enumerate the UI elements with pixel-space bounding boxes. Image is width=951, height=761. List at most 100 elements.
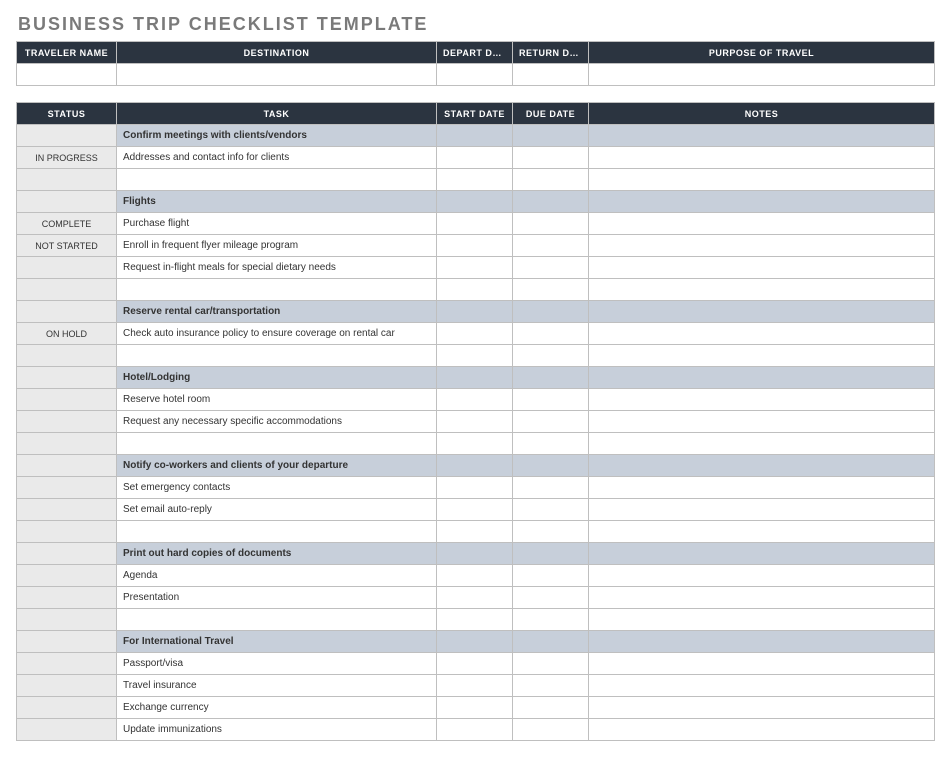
cell-task xyxy=(117,345,437,367)
cell-due[interactable] xyxy=(513,477,589,499)
cell-due[interactable] xyxy=(513,719,589,741)
cell-task xyxy=(117,433,437,455)
cell-due[interactable] xyxy=(513,499,589,521)
cell-task[interactable]: Exchange currency xyxy=(117,697,437,719)
cell-notes xyxy=(589,433,935,455)
cell-start[interactable] xyxy=(437,235,513,257)
cell-notes[interactable] xyxy=(589,235,935,257)
cell-start[interactable] xyxy=(437,477,513,499)
cell-status[interactable] xyxy=(17,675,117,697)
cell-start[interactable] xyxy=(437,389,513,411)
cell-start[interactable] xyxy=(437,323,513,345)
cell-task[interactable]: Passport/visa xyxy=(117,653,437,675)
cell-due[interactable] xyxy=(513,235,589,257)
cell-notes[interactable] xyxy=(589,675,935,697)
cell-start[interactable] xyxy=(437,565,513,587)
cell-status[interactable] xyxy=(17,257,117,279)
cell-due xyxy=(513,543,589,565)
cell-status xyxy=(17,433,117,455)
cell-status[interactable] xyxy=(17,719,117,741)
cell-notes[interactable] xyxy=(589,411,935,433)
cell-notes[interactable] xyxy=(589,653,935,675)
cell-due[interactable] xyxy=(513,697,589,719)
cell-status[interactable]: NOT STARTED xyxy=(17,235,117,257)
cell-notes[interactable] xyxy=(589,389,935,411)
cell-notes[interactable] xyxy=(589,697,935,719)
cell-due[interactable] xyxy=(513,147,589,169)
info-cell-depart[interactable] xyxy=(437,64,513,86)
cell-status[interactable] xyxy=(17,389,117,411)
table-row: Update immunizations xyxy=(17,719,935,741)
info-cell-dest[interactable] xyxy=(117,64,437,86)
cell-task[interactable]: Enroll in frequent flyer mileage program xyxy=(117,235,437,257)
cell-notes[interactable] xyxy=(589,257,935,279)
cell-notes[interactable] xyxy=(589,323,935,345)
cell-notes[interactable] xyxy=(589,147,935,169)
cell-task[interactable]: Purchase flight xyxy=(117,213,437,235)
cell-status[interactable] xyxy=(17,477,117,499)
cell-status[interactable] xyxy=(17,411,117,433)
info-cell-purpose[interactable] xyxy=(589,64,935,86)
table-row: Reserve rental car/transportation xyxy=(17,301,935,323)
cell-due[interactable] xyxy=(513,653,589,675)
cell-start[interactable] xyxy=(437,697,513,719)
cell-notes[interactable] xyxy=(589,565,935,587)
cell-due[interactable] xyxy=(513,565,589,587)
cell-due[interactable] xyxy=(513,587,589,609)
cell-status[interactable]: IN PROGRESS xyxy=(17,147,117,169)
cell-notes[interactable] xyxy=(589,587,935,609)
cell-task[interactable]: Set emergency contacts xyxy=(117,477,437,499)
cell-notes[interactable] xyxy=(589,719,935,741)
table-row: Set emergency contacts xyxy=(17,477,935,499)
cell-task[interactable]: Request in-flight meals for special diet… xyxy=(117,257,437,279)
cell-status[interactable] xyxy=(17,565,117,587)
cell-start[interactable] xyxy=(437,411,513,433)
table-row: Set email auto-reply xyxy=(17,499,935,521)
cell-start[interactable] xyxy=(437,675,513,697)
cell-start[interactable] xyxy=(437,719,513,741)
cell-start[interactable] xyxy=(437,499,513,521)
cell-task[interactable]: Request any necessary specific accommoda… xyxy=(117,411,437,433)
cell-task[interactable]: Set email auto-reply xyxy=(117,499,437,521)
cell-notes[interactable] xyxy=(589,477,935,499)
cell-start xyxy=(437,191,513,213)
cell-status[interactable] xyxy=(17,587,117,609)
cell-start[interactable] xyxy=(437,147,513,169)
cell-status xyxy=(17,609,117,631)
cell-due xyxy=(513,301,589,323)
cell-task xyxy=(117,169,437,191)
checklist-header-task: TASK xyxy=(117,103,437,125)
cell-task[interactable]: Reserve hotel room xyxy=(117,389,437,411)
cell-start[interactable] xyxy=(437,587,513,609)
cell-notes[interactable] xyxy=(589,213,935,235)
cell-notes xyxy=(589,543,935,565)
cell-status[interactable] xyxy=(17,697,117,719)
cell-task: Print out hard copies of documents xyxy=(117,543,437,565)
cell-notes[interactable] xyxy=(589,499,935,521)
cell-start[interactable] xyxy=(437,653,513,675)
cell-due[interactable] xyxy=(513,411,589,433)
cell-due[interactable] xyxy=(513,257,589,279)
cell-start[interactable] xyxy=(437,257,513,279)
cell-due[interactable] xyxy=(513,213,589,235)
cell-due[interactable] xyxy=(513,323,589,345)
cell-due xyxy=(513,169,589,191)
cell-status[interactable]: ON HOLD xyxy=(17,323,117,345)
cell-status[interactable] xyxy=(17,499,117,521)
cell-task[interactable]: Check auto insurance policy to ensure co… xyxy=(117,323,437,345)
cell-status xyxy=(17,367,117,389)
table-row: NOT STARTEDEnroll in frequent flyer mile… xyxy=(17,235,935,257)
cell-task[interactable]: Update immunizations xyxy=(117,719,437,741)
cell-status[interactable] xyxy=(17,653,117,675)
cell-due[interactable] xyxy=(513,389,589,411)
cell-task[interactable]: Presentation xyxy=(117,587,437,609)
cell-task[interactable]: Agenda xyxy=(117,565,437,587)
info-cell-name[interactable] xyxy=(17,64,117,86)
info-cell-return[interactable] xyxy=(513,64,589,86)
cell-task[interactable]: Addresses and contact info for clients xyxy=(117,147,437,169)
cell-task[interactable]: Travel insurance xyxy=(117,675,437,697)
cell-notes xyxy=(589,521,935,543)
cell-status[interactable]: COMPLETE xyxy=(17,213,117,235)
cell-due[interactable] xyxy=(513,675,589,697)
cell-start[interactable] xyxy=(437,213,513,235)
